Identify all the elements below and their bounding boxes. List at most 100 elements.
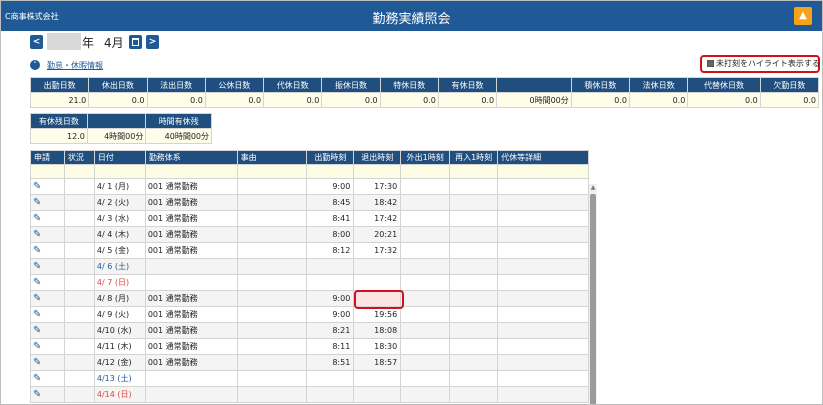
edit-cell: ✎ — [30, 322, 65, 339]
reason-cell — [236, 290, 308, 307]
in1-cell — [449, 242, 499, 259]
work-type-cell: 001 通常勤務 — [144, 338, 238, 355]
table-row: ✎ 4/ 9 (火) 001 通常勤務 9:00 19:56 — [30, 306, 589, 323]
date-cell: 4/ 8 (月) — [93, 290, 146, 307]
prev-month-button[interactable]: < — [30, 35, 43, 49]
in1-cell — [449, 258, 499, 275]
clock-out-cell: 17:42 — [353, 210, 402, 227]
table-row: ✎ 4/12 (金) 001 通常勤務 8:51 18:57 — [30, 354, 589, 371]
status-cell — [63, 354, 95, 371]
clock-in-cell: 8:51 — [306, 354, 355, 371]
title-bar: C商事株式会社 勤務実績照会 ▲ — [1, 1, 822, 31]
month-label: 4月 — [104, 36, 124, 50]
vertical-scrollbar[interactable]: ▲ — [589, 184, 597, 404]
edit-pencil-icon[interactable]: ✎ — [33, 389, 41, 400]
comp-leave-detail-cell — [497, 258, 589, 275]
bell-icon[interactable]: ▲ — [794, 7, 812, 25]
attendance-table: 申請 状況 日付 勤務体系 事由 出勤時刻 退出時刻 外出1時刻 再入1時刻 代休等詳細 ✎ 4/ … — [30, 150, 589, 403]
date-cell: 4/12 (金) — [93, 354, 146, 371]
edit-pencil-icon[interactable]: ✎ — [33, 181, 41, 192]
clock-in-cell: 8:45 — [306, 194, 355, 211]
summary-value-5: 0.0 — [321, 92, 381, 108]
summary-value-10: 0.0 — [629, 92, 689, 108]
date-cell: 4/ 3 (水) — [93, 210, 146, 227]
out1-cell — [400, 242, 451, 259]
paid-leave-table: 有休残日数 時間有休残 12.0 4時間00分 40時間00分 — [30, 113, 212, 144]
table-row: ✎ 4/ 1 (月) 001 通常勤務 9:00 17:30 — [30, 178, 589, 195]
attendance-header-0: 申請 — [30, 150, 65, 165]
edit-pencil-icon[interactable]: ✎ — [33, 277, 41, 288]
edit-cell: ✎ — [30, 306, 65, 323]
work-type-cell — [144, 274, 238, 291]
work-type-cell: 001 通常勤務 — [144, 290, 238, 307]
scrollbar-thumb[interactable] — [590, 194, 596, 404]
clock-in-cell: 8:12 — [306, 242, 355, 259]
status-cell — [63, 322, 95, 339]
edit-pencil-icon[interactable]: ✎ — [33, 261, 41, 272]
reason-cell — [236, 242, 308, 259]
status-cell — [63, 274, 95, 291]
reason-cell — [236, 178, 308, 195]
edit-pencil-icon[interactable]: ✎ — [33, 373, 41, 384]
paid-leave-value-0: 12.0 — [30, 128, 88, 144]
clock-out-cell — [353, 258, 402, 275]
comp-leave-detail-cell — [497, 338, 589, 355]
comp-leave-detail-cell — [497, 370, 589, 387]
edit-cell: ✎ — [30, 338, 65, 355]
edit-cell: ✎ — [30, 178, 65, 195]
summary-header-12: 欠勤日数 — [759, 77, 820, 93]
summary-header-5: 振休日数 — [321, 77, 381, 93]
comp-leave-detail-cell — [497, 178, 589, 195]
edit-pencil-icon[interactable]: ✎ — [33, 309, 41, 320]
date-cell: 4/ 5 (金) — [93, 242, 146, 259]
table-row: ✎ 4/ 6 (土) — [30, 258, 589, 275]
edit-pencil-icon[interactable]: ✎ — [33, 293, 41, 304]
summary-header-0: 出勤日数 — [29, 77, 90, 93]
edit-pencil-icon[interactable]: ✎ — [33, 229, 41, 240]
clock-in-cell — [306, 258, 355, 275]
date-cell: 4/ 2 (火) — [93, 194, 146, 211]
out1-cell — [400, 306, 451, 323]
date-cell: 4/ 1 (月) — [93, 178, 146, 195]
summary-header-10: 法休日数 — [629, 77, 689, 93]
summary-value-8: 0時間00分 — [496, 92, 572, 108]
leave-info-toggle[interactable]: 勤怠・休暇情報 — [47, 60, 103, 71]
out1-cell — [400, 354, 451, 371]
edit-pencil-icon[interactable]: ✎ — [33, 325, 41, 336]
edit-cell: ✎ — [30, 290, 65, 307]
app-window: C商事株式会社 勤務実績照会 ▲ < 年 4月 > ˄ 勤怠・休暇情報 未打刻を… — [0, 0, 823, 405]
comp-leave-detail-cell — [497, 306, 589, 323]
work-type-cell — [144, 370, 238, 387]
scroll-up-icon[interactable]: ▲ — [589, 184, 597, 192]
summary-value-12: 0.0 — [759, 92, 820, 108]
edit-pencil-icon[interactable]: ✎ — [33, 245, 41, 256]
summary-header-4: 代休日数 — [263, 77, 323, 93]
date-cell: 4/ 9 (火) — [93, 306, 146, 323]
clock-in-cell — [306, 370, 355, 387]
comp-leave-detail-cell — [497, 290, 589, 307]
clock-in-cell: 8:21 — [306, 322, 355, 339]
reason-cell — [236, 386, 308, 403]
summary-header-1: 休出日数 — [88, 77, 148, 93]
calendar-icon[interactable] — [129, 35, 142, 49]
edit-pencil-icon[interactable]: ✎ — [33, 213, 41, 224]
highlight-missing-option[interactable]: 未打刻をハイライト表示する — [700, 55, 820, 73]
edit-pencil-icon[interactable]: ✎ — [33, 357, 41, 368]
attendance-header-5: 出勤時刻 — [306, 150, 355, 165]
date-cell: 4/ 4 (木) — [93, 226, 146, 243]
clock-in-cell — [306, 274, 355, 291]
date-cell: 4/14 (日) — [93, 386, 146, 403]
next-month-button[interactable]: > — [146, 35, 159, 49]
status-cell — [63, 386, 95, 403]
in1-cell — [449, 386, 499, 403]
edit-pencil-icon[interactable]: ✎ — [33, 197, 41, 208]
edit-pencil-icon[interactable]: ✎ — [33, 341, 41, 352]
summary-header-8 — [496, 77, 572, 93]
paid-leave-header-1 — [86, 113, 147, 129]
highlight-checkbox[interactable] — [707, 60, 714, 67]
reason-cell — [236, 210, 308, 227]
table-row: ✎ 4/ 4 (木) 001 通常勤務 8:00 20:21 — [30, 226, 589, 243]
reason-cell — [236, 274, 308, 291]
out1-cell — [400, 338, 451, 355]
collapse-chevron-icon[interactable]: ˄ — [30, 60, 40, 70]
